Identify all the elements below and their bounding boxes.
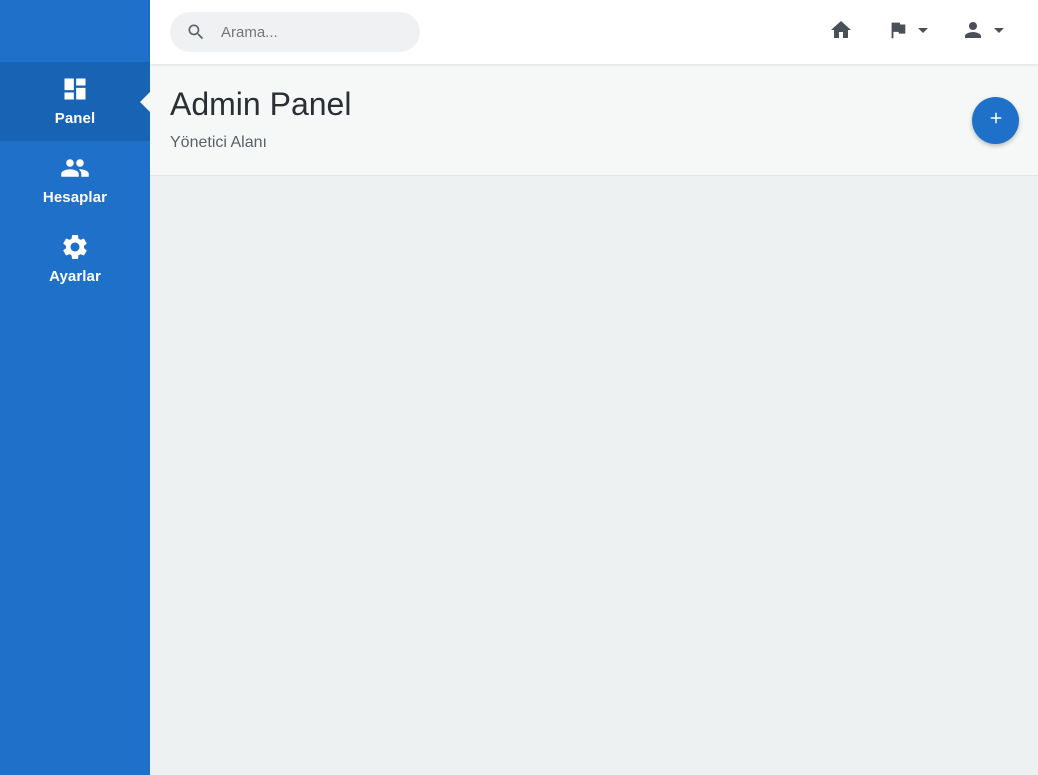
- search-box[interactable]: [170, 12, 420, 52]
- top-actions: [829, 0, 1038, 64]
- chevron-down-icon: [994, 27, 1004, 33]
- main-content: [150, 177, 1038, 775]
- sidebar: Panel Hesaplar Ayarlar: [0, 0, 150, 775]
- user-menu-button[interactable]: [961, 12, 1004, 52]
- flag-menu-button[interactable]: [887, 12, 928, 52]
- search-icon: [186, 22, 206, 42]
- page-title: Admin Panel: [170, 86, 352, 122]
- user-icon: [961, 18, 985, 47]
- search-input[interactable]: [219, 22, 399, 42]
- home-icon: [829, 18, 853, 47]
- chevron-down-icon: [918, 27, 928, 33]
- top-bar: [150, 0, 1038, 64]
- sidebar-logo-area: [0, 0, 150, 62]
- gear-icon: [60, 232, 90, 262]
- page-subtitle: Yönetici Alanı: [170, 134, 267, 151]
- home-button[interactable]: [829, 12, 853, 52]
- sidebar-item-hesaplar[interactable]: Hesaplar: [0, 141, 150, 220]
- sidebar-item-label: Ayarlar: [49, 268, 101, 285]
- people-icon: [60, 153, 90, 183]
- add-button[interactable]: [972, 97, 1019, 144]
- dashboard-icon: [60, 74, 90, 104]
- sidebar-item-panel[interactable]: Panel: [0, 62, 150, 141]
- flag-icon: [887, 19, 909, 46]
- sidebar-item-ayarlar[interactable]: Ayarlar: [0, 220, 150, 299]
- sidebar-item-label: Panel: [54, 110, 96, 127]
- page-header: Admin Panel Yönetici Alanı: [150, 64, 1038, 176]
- sidebar-item-label: Hesaplar: [42, 189, 108, 206]
- plus-icon: [987, 109, 1005, 132]
